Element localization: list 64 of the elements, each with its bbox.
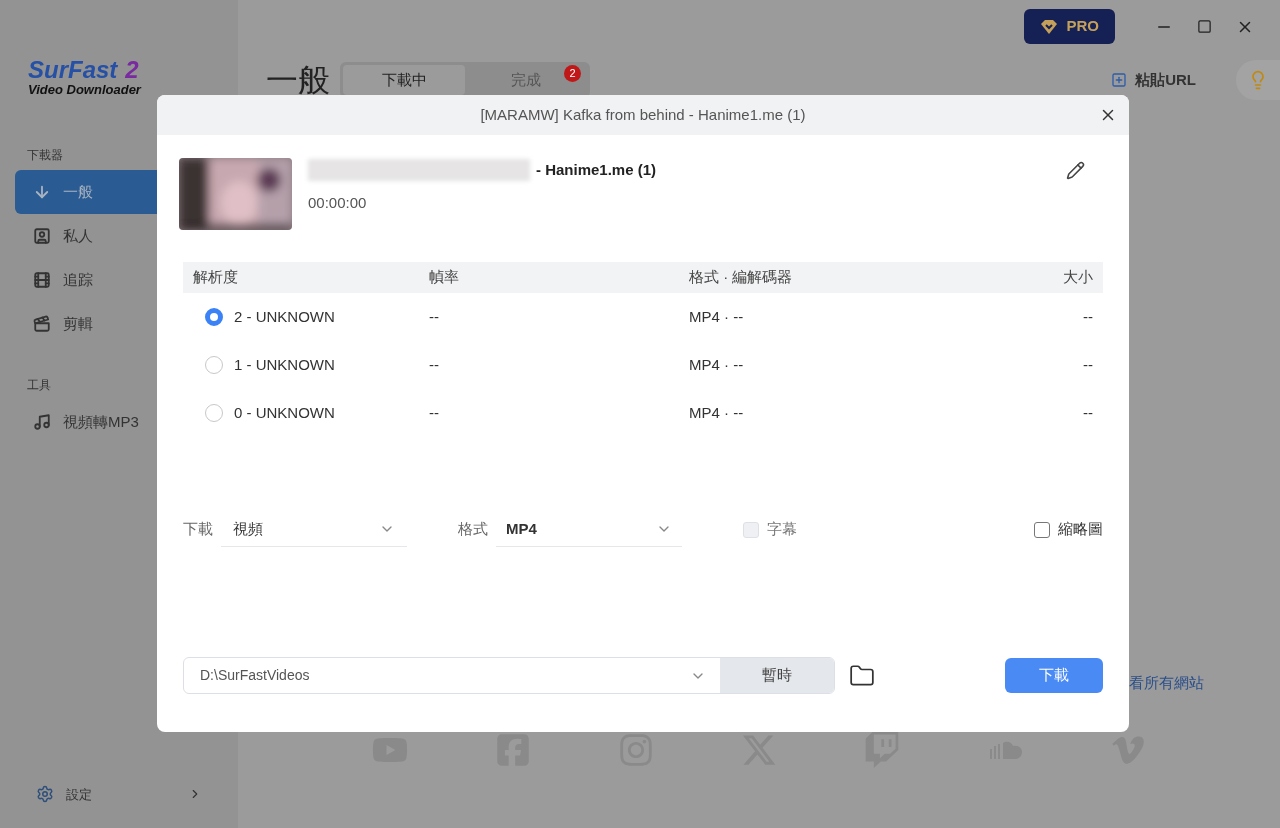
- table-cell-text: --: [1083, 402, 1093, 423]
- camera-icon[interactable]: [617, 732, 654, 768]
- logo-title: SurFast: [28, 58, 118, 82]
- chat-bubble-icon[interactable]: [864, 732, 901, 768]
- music-note-icon: [33, 413, 51, 431]
- radio-button[interactable]: [205, 308, 223, 326]
- paste-url-button[interactable]: 粘貼URL: [1111, 68, 1196, 92]
- format-label: 格式: [458, 519, 488, 540]
- table-cell-text: --: [429, 306, 440, 327]
- diamond-heart-icon: [1040, 18, 1059, 35]
- clapperboard-icon: [33, 315, 51, 333]
- logo-subtitle: Video Downloader: [28, 82, 143, 99]
- download-icon: [33, 183, 51, 201]
- edit-icon[interactable]: [1066, 160, 1085, 180]
- video-name: - Hanime1.me (1): [536, 159, 657, 180]
- letter-f-icon[interactable]: [494, 732, 531, 768]
- sidebar-item[interactable]: 私人: [15, 214, 238, 258]
- section-heading: 下載器: [26, 147, 64, 164]
- tab[interactable]: 完成 2: [465, 65, 587, 95]
- temporary-button[interactable]: 暫時: [720, 658, 834, 693]
- section-heading: 工具: [26, 377, 52, 394]
- settings-item[interactable]: 設定: [36, 784, 202, 804]
- column-header: 格式 · 編解碼器: [689, 267, 794, 288]
- count-badge: 2: [564, 65, 581, 82]
- table-cell-text: MP4 · --: [689, 402, 745, 423]
- download-button[interactable]: 下載: [1005, 658, 1103, 693]
- resolution-text: 2 - UNKNOWN: [234, 306, 335, 327]
- table-cell-text: --: [429, 354, 440, 375]
- dialog-title: [MARAMW] Kafka from behind - Hanime1.me (1): [480, 104, 806, 125]
- checkbox-label: 縮略圖: [1058, 519, 1103, 540]
- letter-x-icon[interactable]: [741, 732, 777, 768]
- resolution-row[interactable]: 1 - UNKNOWN -- MP4 · -- --: [183, 341, 1103, 389]
- maximize-icon[interactable]: [1197, 19, 1212, 34]
- settings-icon: [36, 785, 54, 804]
- resolution-text: 0 - UNKNOWN: [234, 402, 335, 423]
- table-cell-text: --: [429, 402, 440, 423]
- tips-button[interactable]: [1236, 60, 1280, 100]
- table-cell-text: MP4 · --: [689, 354, 745, 375]
- download-label: 下載: [183, 519, 213, 540]
- resolution-row[interactable]: 2 - UNKNOWN -- MP4 · -- --: [183, 293, 1103, 341]
- column-header: 解析度: [193, 267, 239, 288]
- pro-button[interactable]: PRO: [1024, 9, 1115, 44]
- table-cell-text: --: [1083, 306, 1093, 327]
- resolution-text: 1 - UNKNOWN: [234, 354, 335, 375]
- table-cell-text: --: [1083, 354, 1093, 375]
- download-type-dropdown[interactable]: 視頻: [221, 512, 407, 547]
- checkbox-label: 字幕: [767, 519, 797, 540]
- format-dropdown[interactable]: MP4: [496, 512, 682, 547]
- column-header: 幀率: [429, 267, 460, 288]
- person-icon: [33, 227, 51, 245]
- logo-number: 2: [125, 58, 139, 82]
- table-cell-text: MP4 · --: [689, 306, 745, 327]
- resolution-row[interactable]: 0 - UNKNOWN -- MP4 · -- --: [183, 389, 1103, 437]
- radio-button[interactable]: [205, 356, 223, 374]
- page-title: 一般: [266, 60, 330, 101]
- save-path-field[interactable]: D:\SurFastVideos 暫時: [183, 657, 835, 694]
- tab[interactable]: 下載中: [343, 65, 465, 95]
- column-header: 大小: [1063, 267, 1093, 288]
- plus-square-icon: [1111, 72, 1128, 88]
- folder-icon[interactable]: [849, 662, 875, 689]
- duration: 00:00:00: [308, 193, 368, 213]
- radio-button[interactable]: [205, 404, 223, 422]
- see-all-sites-link[interactable]: 看所有網站: [1129, 671, 1204, 694]
- checkbox[interactable]: [1034, 521, 1050, 538]
